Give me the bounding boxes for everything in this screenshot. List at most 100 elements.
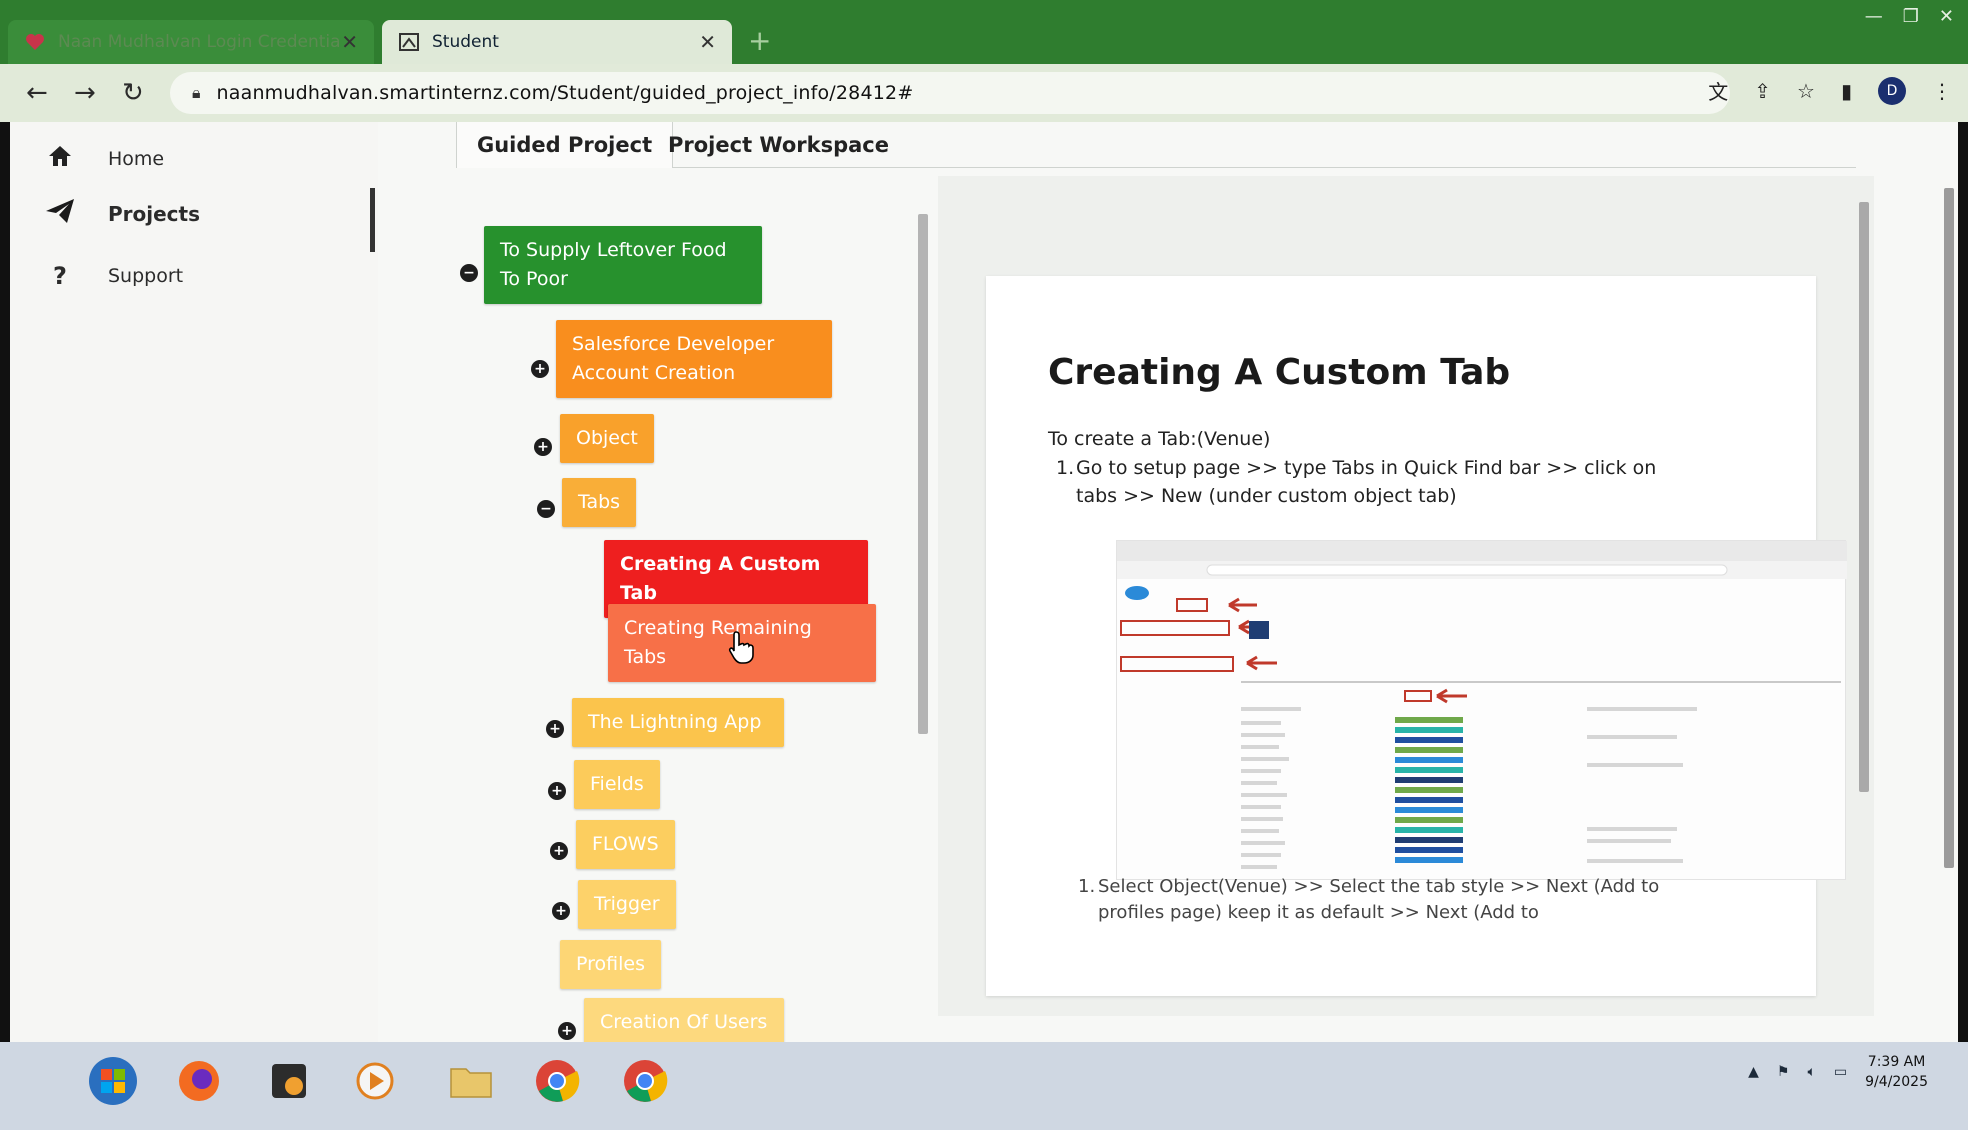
- close-icon[interactable]: ✕: [341, 30, 358, 54]
- sidebar-item-projects[interactable]: Projects: [40, 198, 200, 230]
- sidebar-item-label: Home: [108, 148, 165, 170]
- browser-toolbar: ← → ↻ 🔒︎ naanmudhalvan.smartinternz.com/…: [0, 64, 1968, 122]
- browser-tab-label: Naan Mudhalvan Login Credentials - Pass: [58, 32, 341, 52]
- taskbar-firefox[interactable]: [164, 1050, 234, 1112]
- expand-icon[interactable]: +: [548, 782, 566, 800]
- node-label: Account Creation: [572, 362, 736, 384]
- heart-icon: [24, 31, 46, 53]
- browser-tab-student[interactable]: Student ✕: [382, 20, 732, 64]
- step-number: 1.: [1056, 457, 1075, 479]
- taskbar-media-player[interactable]: [340, 1050, 410, 1112]
- tree-node-salesforce-account[interactable]: Salesforce Developer Account Creation: [556, 320, 832, 398]
- tree-node-tabs[interactable]: Tabs: [562, 478, 637, 527]
- minimize-icon[interactable]: —: [1865, 6, 1883, 27]
- home-icon: [40, 144, 80, 174]
- tree-node-flows[interactable]: FLOWS: [576, 820, 675, 869]
- more-menu-icon[interactable]: ⋮: [1932, 79, 1952, 103]
- tree-node-lightning-app[interactable]: The Lightning App: [572, 698, 784, 747]
- share-icon[interactable]: ⇪: [1754, 79, 1771, 103]
- action-center-flag-icon[interactable]: ⚑: [1777, 1064, 1790, 1080]
- close-icon[interactable]: ✕: [699, 30, 716, 54]
- content-scrollbar[interactable]: [1856, 188, 1872, 808]
- toolbar-actions: 文 ⇪ ☆ ▮ D ⋮: [1708, 76, 1952, 105]
- windows-logo-icon: [89, 1057, 137, 1105]
- sidebar: Home Projects ? Support: [10, 122, 378, 1042]
- browser-tab-login-credentials[interactable]: Naan Mudhalvan Login Credentials - Pass …: [8, 20, 374, 64]
- tree-scrollbar[interactable]: [916, 202, 930, 842]
- reload-icon[interactable]: ↻: [122, 78, 144, 108]
- tab-guided-project[interactable]: Guided Project: [456, 122, 674, 168]
- site-favicon-icon: [398, 31, 420, 53]
- expand-icon[interactable]: +: [550, 842, 568, 860]
- taskbar-app-media[interactable]: [254, 1050, 324, 1112]
- chrome-icon: [536, 1060, 580, 1102]
- collapse-icon[interactable]: −: [537, 500, 555, 518]
- scrollbar-thumb[interactable]: [918, 214, 928, 734]
- profile-avatar[interactable]: D: [1878, 76, 1906, 105]
- scrollbar-thumb[interactable]: [1944, 188, 1954, 868]
- content-card: Creating A Custom Tab To create a Tab:(V…: [986, 276, 1847, 996]
- tree-node-object[interactable]: Object: [560, 414, 654, 463]
- expand-icon[interactable]: +: [558, 1022, 576, 1040]
- browser-tab-strip: Naan Mudhalvan Login Credentials - Pass …: [0, 0, 1968, 70]
- volume-icon[interactable]: 🔈︎: [1807, 1064, 1815, 1080]
- active-indicator: [370, 188, 375, 252]
- content-intro: To create a Tab:(Venue): [1048, 428, 1271, 450]
- sidebar-item-home[interactable]: Home: [40, 144, 164, 174]
- taskbar-chrome[interactable]: [522, 1050, 592, 1112]
- folder-icon: [450, 1068, 492, 1098]
- bookmark-star-icon[interactable]: ☆: [1797, 79, 1815, 103]
- chrome-icon: [624, 1060, 668, 1102]
- new-tab-icon[interactable]: +: [748, 24, 771, 57]
- expand-icon[interactable]: +: [546, 720, 564, 738]
- close-window-icon[interactable]: ✕: [1939, 6, 1954, 27]
- expand-icon[interactable]: +: [531, 360, 549, 378]
- tree-node-profiles[interactable]: Profiles: [560, 940, 661, 989]
- address-bar[interactable]: 🔒︎ naanmudhalvan.smartinternz.com/Studen…: [170, 72, 1730, 114]
- taskbar-chrome-profile[interactable]: [610, 1050, 680, 1112]
- page-scrollbar[interactable]: [1942, 182, 1956, 882]
- lock-icon: 🔒︎: [192, 83, 201, 102]
- network-icon[interactable]: ▭: [1834, 1064, 1847, 1080]
- node-label: To Poor: [500, 268, 568, 290]
- page-viewport: Home Projects ? Support Guided Project P…: [10, 122, 1958, 1042]
- instruction-screenshot: [1116, 540, 1847, 880]
- back-arrow-icon[interactable]: ←: [26, 78, 48, 108]
- content-title: Creating A Custom Tab: [1048, 352, 1511, 393]
- sidebar-item-support[interactable]: ? Support: [40, 262, 183, 290]
- forward-arrow-icon[interactable]: →: [74, 78, 96, 108]
- window-controls: — ❐ ✕: [1865, 6, 1954, 27]
- tree-node-creation-of-users[interactable]: Creation Of Users: [584, 998, 784, 1042]
- sidebar-item-label: Projects: [108, 202, 201, 226]
- side-panel-icon[interactable]: ▮: [1841, 79, 1852, 103]
- browser-tab-label: Student: [432, 32, 499, 52]
- question-icon: ?: [53, 262, 67, 290]
- tree-node-fields[interactable]: Fields: [574, 760, 660, 809]
- paper-plane-icon: [40, 198, 80, 230]
- expand-icon[interactable]: +: [534, 438, 552, 456]
- taskbar-clock[interactable]: 7:39 AM 9/4/2025: [1865, 1052, 1928, 1092]
- url-text: naanmudhalvan.smartinternz.com/Student/g…: [216, 82, 914, 104]
- scrollbar-thumb[interactable]: [1859, 202, 1869, 792]
- hand-cursor-icon: [728, 631, 754, 664]
- expand-icon[interactable]: +: [552, 902, 570, 920]
- instruction-step: 1. Go to setup page >> type Tabs in Quic…: [1056, 454, 1676, 510]
- system-tray: ▲ ⚑ 🔈︎ ▭ 7:39 AM 9/4/2025: [1748, 1052, 1928, 1092]
- start-button[interactable]: [78, 1050, 148, 1112]
- collapse-icon[interactable]: −: [460, 264, 478, 282]
- content-panel: Creating A Custom Tab To create a Tab:(V…: [938, 176, 1874, 1016]
- tray-expand-icon[interactable]: ▲: [1748, 1064, 1759, 1080]
- tree-node-root[interactable]: To Supply Leftover Food To Poor: [484, 226, 762, 304]
- node-label: To Supply Leftover Food: [500, 239, 727, 261]
- taskbar-file-explorer[interactable]: [436, 1050, 506, 1112]
- step-text: Select Object(Venue) >> Select the tab s…: [1098, 876, 1660, 923]
- sidebar-item-label: Support: [108, 265, 184, 287]
- step-text: Go to setup page >> type Tabs in Quick F…: [1076, 457, 1657, 507]
- translate-icon[interactable]: 文: [1708, 76, 1728, 105]
- tree-node-trigger[interactable]: Trigger: [578, 880, 676, 929]
- tab-project-workspace[interactable]: Project Workspace: [648, 122, 909, 168]
- restore-icon[interactable]: ❐: [1903, 6, 1919, 27]
- step-number: 1.: [1078, 876, 1096, 897]
- media-player-icon: [356, 1062, 394, 1100]
- node-label: Salesforce Developer: [572, 333, 775, 355]
